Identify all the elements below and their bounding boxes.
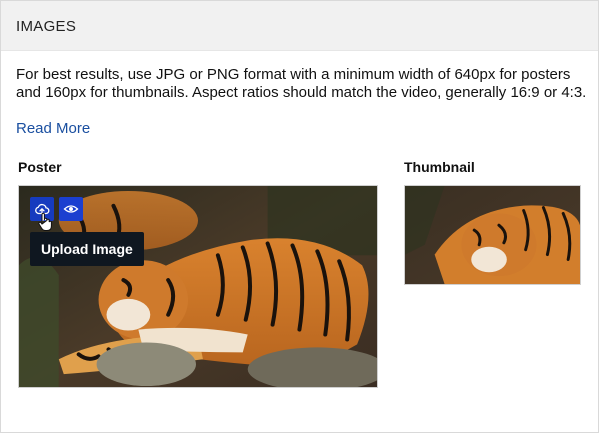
thumbnail-image[interactable] [404,185,581,285]
panel-title: IMAGES [16,18,77,35]
thumbnail-image-art [405,186,580,284]
eye-icon [63,205,79,213]
poster-label: Poster [18,159,62,175]
thumbnail-label: Thumbnail [404,159,475,175]
images-panel: IMAGES For best results, use JPG or PNG … [0,0,599,433]
hand-cursor-icon [38,212,52,231]
upload-image-tooltip: Upload Image [30,232,144,266]
images-description: For best results, use JPG or PNG format … [16,66,587,101]
read-more-link[interactable]: Read More [16,120,90,137]
preview-image-button[interactable] [59,197,83,221]
panel-header: IMAGES [1,1,598,51]
